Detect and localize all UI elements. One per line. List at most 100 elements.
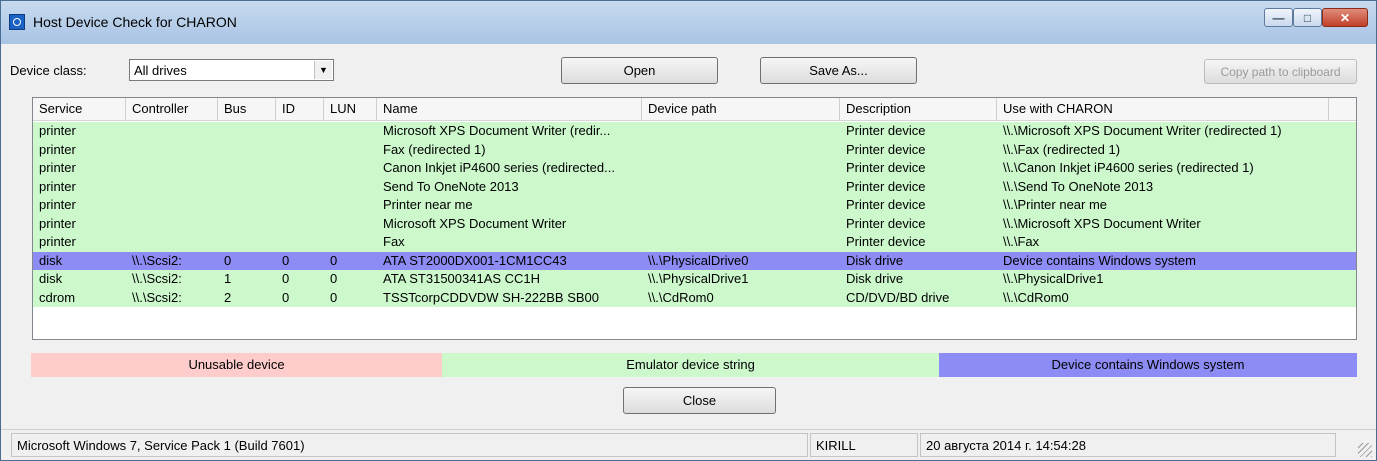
cell-use-with-charon: \\.\Microsoft XPS Document Writer [1003,215,1201,231]
cell-name: ATA ST2000DX001-1CM1CC43 [383,252,567,268]
cell-use-with-charon: Device contains Windows system [1003,252,1196,268]
table-row[interactable]: printer Printer near me Printer device \\.\… [33,196,1356,215]
status-os: Microsoft Windows 7, Service Pack 1 (Bui… [11,433,808,457]
column-header-lun[interactable]: LUN [324,98,377,120]
cell-device-path [642,233,840,252]
table-header: Service Controller Bus ID LUN Name Devic… [33,98,1356,121]
cell-bus [218,196,276,215]
cell-name: Send To OneNote 2013 [383,178,519,194]
cell-service: disk [39,252,63,268]
cell-description: Printer device [846,123,926,138]
cell-service: printer [39,234,76,249]
cell-device-path [642,215,840,234]
resize-grip-icon[interactable] [1358,443,1372,457]
cell-bus [218,178,276,197]
cell-controller [126,141,218,160]
column-header-id[interactable]: ID [276,98,324,120]
cell-description: Printer device [846,197,926,212]
cell-id [276,233,324,252]
open-button[interactable]: Open [561,57,718,84]
cell-bus [218,215,276,234]
close-window-button[interactable]: ✕ [1322,8,1368,27]
column-header-controller[interactable]: Controller [126,98,218,120]
cell-device-path [642,141,840,160]
cell-service: disk [39,271,63,286]
column-header-name[interactable]: Name [377,98,642,120]
column-header-device-path[interactable]: Device path [642,98,840,120]
table-body: printer Microsoft XPS Document Writer (re… [33,122,1356,307]
cell-use-with-charon: \\.\PhysicalDrive1 [1003,271,1104,286]
cell-device-path [642,178,840,197]
cell-service: printer [39,123,76,138]
minimize-button[interactable]: — [1264,8,1293,27]
cell-name: Canon Inkjet iP4600 series (redirected..… [383,160,615,175]
table-row[interactable]: printer Fax (redirected 1) Printer device \… [33,140,1356,160]
maximize-button[interactable]: □ [1293,8,1322,27]
cell-lun [324,215,377,234]
cell-controller [126,178,218,197]
table-row[interactable]: printer Microsoft XPS Document Writer (re… [33,122,1356,141]
cell-use-with-charon: \\.\Microsoft XPS Document Writer (redir… [1003,123,1282,138]
close-button[interactable]: Close [623,387,776,414]
cell-device-path [642,122,840,141]
cell-controller [126,233,218,252]
table-row[interactable]: cdrom \\.\Scsi2: 2 0 0 TSSTcorpCDDVDW SH-222B… [33,288,1356,307]
cell-id [276,159,324,178]
cell-bus: 0 [224,252,232,268]
legend-windows: Device contains Windows system [939,353,1357,377]
window-title: Host Device Check for CHARON [33,14,237,30]
main-window: Host Device Check for CHARON — □ ✕ Devic… [0,0,1377,461]
device-class-dropdown[interactable]: All drives ▼ [129,59,334,81]
cell-lun [324,159,377,178]
cell-id: 0 [282,252,290,268]
cell-device-path: \\.\CdRom0 [648,289,714,305]
column-header-service[interactable]: Service [33,98,126,120]
table-row[interactable]: disk \\.\Scsi2: 1 0 0 ATA ST31500341AS CC1H \\… [33,270,1356,289]
cell-description: Printer device [846,234,926,249]
device-class-label: Device class: [10,63,87,78]
cell-lun: 0 [330,271,338,286]
legend-emulator: Emulator device string [442,353,939,377]
cell-controller [126,122,218,141]
cell-controller: \\.\Scsi2: [132,271,182,286]
cell-name: Microsoft XPS Document Writer [383,215,567,231]
title-bar[interactable]: Host Device Check for CHARON — □ ✕ [1,1,1376,44]
cell-name: ATA ST31500341AS CC1H [383,271,541,286]
cell-lun [324,233,377,252]
device-list[interactable]: Service Controller Bus ID LUN Name Devic… [32,97,1357,340]
cell-controller [126,215,218,234]
table-row[interactable]: printer Fax Printer device \\.\Fax [33,233,1356,252]
table-row[interactable]: printer Microsoft XPS Document Writer Prin… [33,214,1356,234]
cell-id [276,178,324,197]
cell-device-path: \\.\PhysicalDrive0 [648,252,749,268]
cell-device-path [642,159,840,178]
cell-description: Printer device [846,215,926,231]
cell-bus: 1 [224,271,232,286]
cell-name: Microsoft XPS Document Writer (redir... [383,123,611,138]
column-header-use-with-charon[interactable]: Use with CHARON [997,98,1329,120]
cell-use-with-charon: \\.\Printer near me [1003,197,1108,212]
cell-service: printer [39,178,76,194]
cell-controller: \\.\Scsi2: [132,289,182,305]
cell-use-with-charon: \\.\Fax [1003,234,1040,249]
cell-id [276,141,324,160]
column-header-bus[interactable]: Bus [218,98,276,120]
cell-description: Disk drive [846,252,904,268]
copy-path-button[interactable]: Copy path to clipboard [1204,59,1357,84]
cell-bus [218,141,276,160]
cell-name: TSSTcorpCDDVDW SH-222BB SB00 [383,289,600,305]
cell-lun [324,122,377,141]
table-row[interactable]: disk \\.\Scsi2: 0 0 0 ATA ST2000DX001-1CM1CC4… [33,251,1356,270]
table-row[interactable]: printer Send To OneNote 2013 Printer devic… [33,177,1356,197]
cell-bus [218,159,276,178]
column-header-description[interactable]: Description [840,98,997,120]
cell-name: Fax (redirected 1) [383,141,486,157]
cell-id [276,215,324,234]
cell-name: Printer near me [383,197,473,212]
save-as-button[interactable]: Save As... [760,57,917,84]
table-row[interactable]: printer Canon Inkjet iP4600 series (redir… [33,159,1356,178]
chevron-down-icon[interactable]: ▼ [314,61,332,79]
cell-id [276,196,324,215]
cell-use-with-charon: \\.\CdRom0 [1003,289,1069,305]
cell-bus: 2 [224,289,232,305]
